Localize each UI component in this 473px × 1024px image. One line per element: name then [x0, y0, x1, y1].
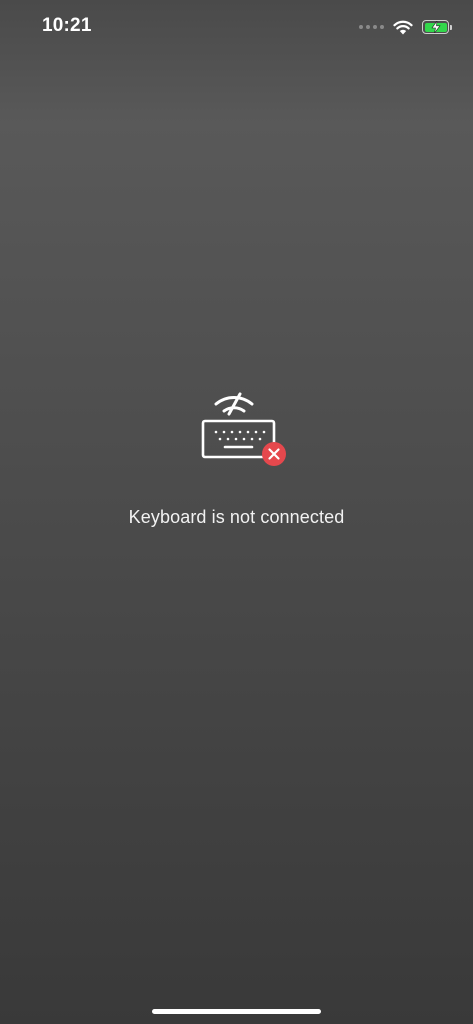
battery-cap [450, 24, 452, 30]
battery-charging-icon [422, 20, 452, 34]
wifi-icon [393, 20, 413, 34]
error-badge-icon [261, 442, 286, 466]
status-bar: 10:21 [0, 0, 473, 52]
connection-message: Keyboard is not connected [128, 507, 345, 527]
home-indicator[interactable] [152, 1009, 321, 1014]
status-time: 10:21 [42, 15, 92, 36]
status-icons [359, 17, 452, 37]
connection-status: Keyboard is not connected [0, 384, 473, 528]
cellular-signal-icon [359, 25, 384, 29]
charging-bolt-icon [431, 21, 440, 33]
keyboard-disconnected-icon [201, 392, 286, 466]
